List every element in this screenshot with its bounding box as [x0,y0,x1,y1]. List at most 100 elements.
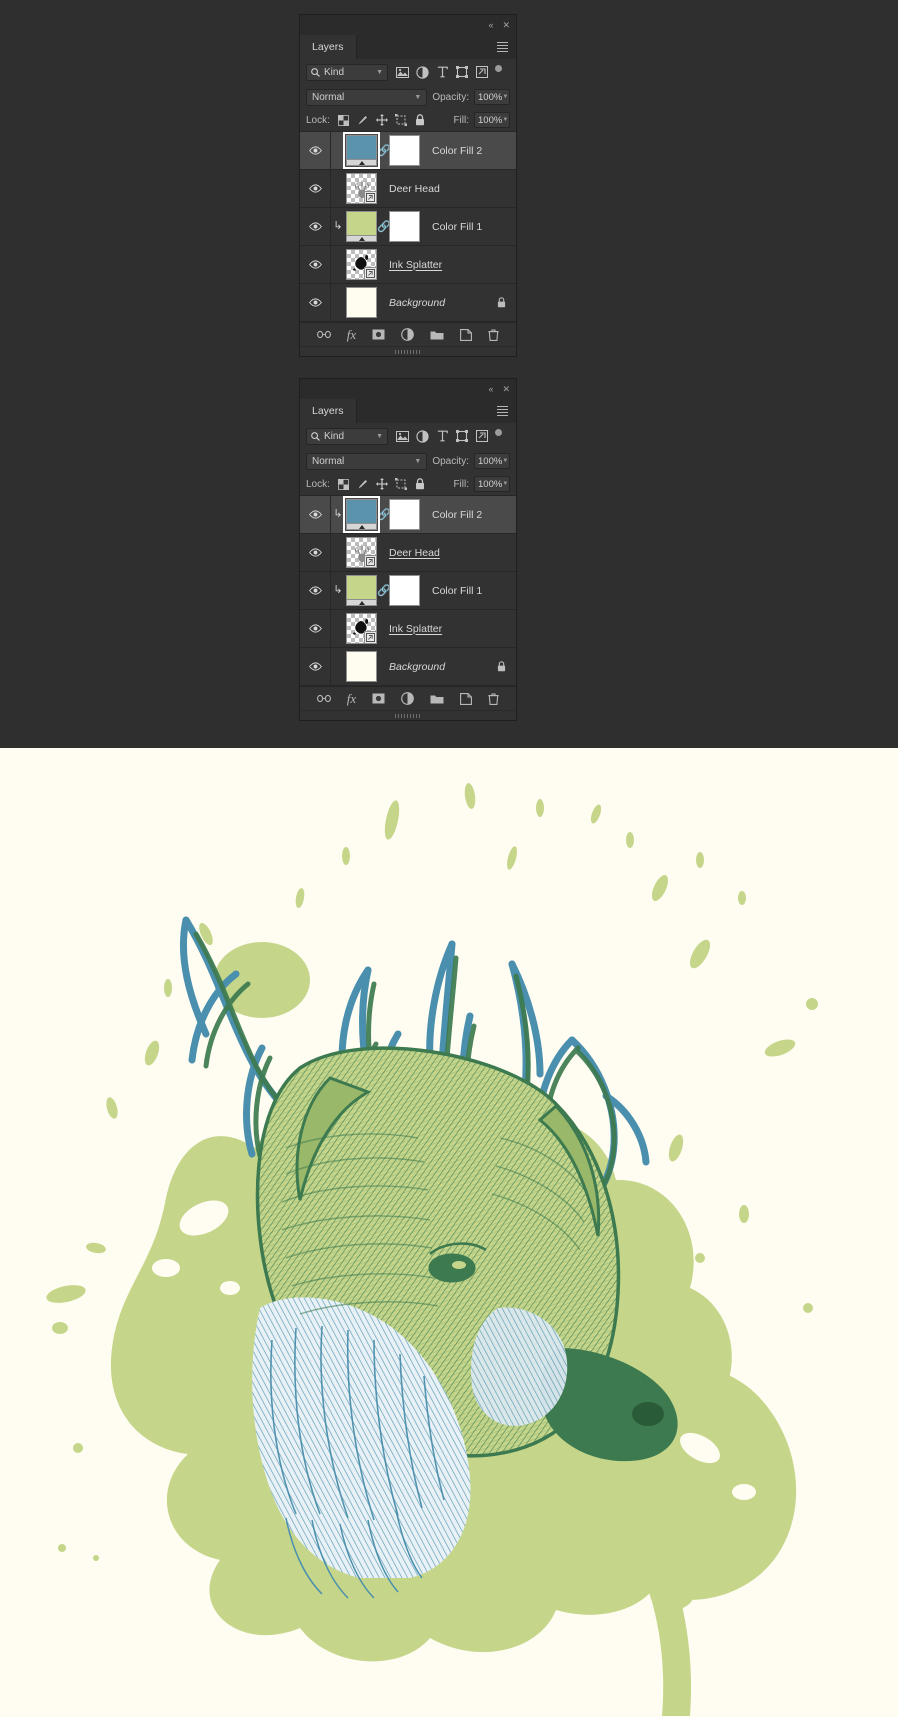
new-group-icon[interactable] [430,329,444,340]
layer-visibility-toggle[interactable] [300,208,331,245]
type-layer-filter-icon[interactable] [432,427,452,445]
layer-thumbnail[interactable] [346,287,377,318]
filter-kind-select[interactable]: Kind ▼ [306,63,388,81]
layer-name[interactable]: Ink Splatter [389,259,442,271]
layer-thumbnail[interactable] [346,173,377,204]
opacity-field[interactable]: 100% ▼ [474,453,510,469]
table-row[interactable]: ↳ 🔗 Color Fill 1 [300,208,516,246]
new-adjustment-layer-icon[interactable] [401,328,415,341]
layer-visibility-toggle[interactable] [300,534,331,571]
table-row[interactable]: ↳ 🔗 Color Fill 1 [300,572,516,610]
panel-resize-grip[interactable] [300,346,516,356]
layer-visibility-toggle[interactable] [300,610,331,647]
panel-resize-grip[interactable] [300,710,516,720]
fill-field[interactable]: 100% ▼ [474,112,510,128]
layer-visibility-toggle[interactable] [300,648,331,685]
type-layer-filter-icon[interactable] [432,63,452,81]
layer-visibility-toggle[interactable] [300,170,331,207]
table-row[interactable]: Background [300,284,516,322]
layer-style-fx-icon[interactable]: fx [347,691,356,707]
layer-name[interactable]: Background [389,661,445,673]
layer-thumbnail[interactable] [346,211,377,242]
filter-enable-toggle[interactable] [495,428,502,436]
adjustment-layer-filter-icon[interactable] [412,63,432,81]
lock-image-pixels-icon[interactable] [355,476,371,492]
add-layer-mask-icon[interactable] [372,329,385,340]
new-layer-icon[interactable] [460,328,473,341]
add-layer-mask-icon[interactable] [372,693,385,704]
lock-all-icon[interactable] [412,112,428,128]
layer-mask-thumbnail[interactable] [389,499,420,530]
opacity-field[interactable]: 100% ▼ [474,89,510,105]
table-row[interactable]: Deer Head [300,170,516,208]
layers-panel-bottom[interactable]: « ✕ Layers Kind ▼ Normal ▼ Opacity: 100%… [299,378,517,721]
layer-visibility-toggle[interactable] [300,496,331,533]
layer-visibility-toggle[interactable] [300,246,331,283]
lock-position-icon[interactable] [374,112,390,128]
layer-name[interactable]: Ink Splatter [389,623,442,635]
filter-kind-select[interactable]: Kind ▼ [306,427,388,445]
table-row[interactable]: Ink Splatter [300,610,516,648]
close-panel-icon[interactable]: ✕ [502,384,510,394]
layer-visibility-toggle[interactable] [300,132,331,169]
layer-thumbnail[interactable] [343,496,380,533]
blend-mode-select[interactable]: Normal ▼ [306,88,428,106]
layers-panel-top[interactable]: « ✕ Layers Kind ▼ Normal ▼ Opacity: 100%… [299,14,517,357]
new-adjustment-layer-icon[interactable] [401,692,415,705]
pixel-layer-filter-icon[interactable] [392,63,412,81]
smart-object-filter-icon[interactable] [472,63,492,81]
layer-thumbnail[interactable] [346,613,377,644]
layer-style-fx-icon[interactable]: fx [347,327,356,343]
lock-transparent-pixels-icon[interactable] [336,476,352,492]
lock-position-icon[interactable] [374,476,390,492]
layer-thumbnail[interactable] [346,575,377,606]
close-panel-icon[interactable]: ✕ [502,20,510,30]
table-row[interactable]: Ink Splatter [300,246,516,284]
adjustment-layer-filter-icon[interactable] [412,427,432,445]
layer-name[interactable]: Color Fill 2 [432,509,482,521]
filter-enable-toggle[interactable] [495,64,502,72]
layer-mask-thumbnail[interactable] [389,135,420,166]
delete-layer-icon[interactable] [488,328,499,341]
lock-all-icon[interactable] [412,476,428,492]
layer-visibility-toggle[interactable] [300,572,331,609]
lock-image-pixels-icon[interactable] [355,112,371,128]
new-group-icon[interactable] [430,693,444,704]
layer-name[interactable]: Color Fill 1 [432,221,482,233]
layer-name[interactable]: Deer Head [389,547,440,559]
table-row[interactable]: ↳ 🔗 Color Fill 2 [300,496,516,534]
layer-mask-thumbnail[interactable] [389,211,420,242]
layer-name[interactable]: Color Fill 2 [432,145,482,157]
pixel-layer-filter-icon[interactable] [392,427,412,445]
layer-thumbnail[interactable] [343,132,380,169]
layer-mask-thumbnail[interactable] [389,575,420,606]
tab-layers[interactable]: Layers [300,399,357,423]
delete-layer-icon[interactable] [488,692,499,705]
link-mask-icon[interactable]: 🔗 [377,220,391,233]
link-mask-icon[interactable]: 🔗 [377,508,391,521]
layer-name[interactable]: Color Fill 1 [432,585,482,597]
smart-object-filter-icon[interactable] [472,427,492,445]
layer-name[interactable]: Background [389,297,445,309]
link-layers-icon[interactable] [316,694,331,703]
link-layers-icon[interactable] [316,330,331,339]
layer-name[interactable]: Deer Head [389,183,440,195]
panel-menu-button[interactable] [489,399,516,423]
shape-layer-filter-icon[interactable] [452,63,472,81]
layer-thumbnail[interactable] [346,537,377,568]
lock-artboard-nesting-icon[interactable] [393,112,409,128]
lock-transparent-pixels-icon[interactable] [336,112,352,128]
collapse-panel-icon[interactable]: « [488,20,493,30]
shape-layer-filter-icon[interactable] [452,427,472,445]
panel-menu-button[interactable] [489,35,516,59]
layer-thumbnail[interactable] [346,651,377,682]
new-layer-icon[interactable] [460,692,473,705]
tab-layers[interactable]: Layers [300,35,357,59]
lock-artboard-nesting-icon[interactable] [393,476,409,492]
table-row[interactable]: Background [300,648,516,686]
table-row[interactable]: 🔗 Color Fill 2 [300,132,516,170]
link-mask-icon[interactable]: 🔗 [377,144,391,157]
table-row[interactable]: Deer Head [300,534,516,572]
link-mask-icon[interactable]: 🔗 [377,584,391,597]
collapse-panel-icon[interactable]: « [488,384,493,394]
